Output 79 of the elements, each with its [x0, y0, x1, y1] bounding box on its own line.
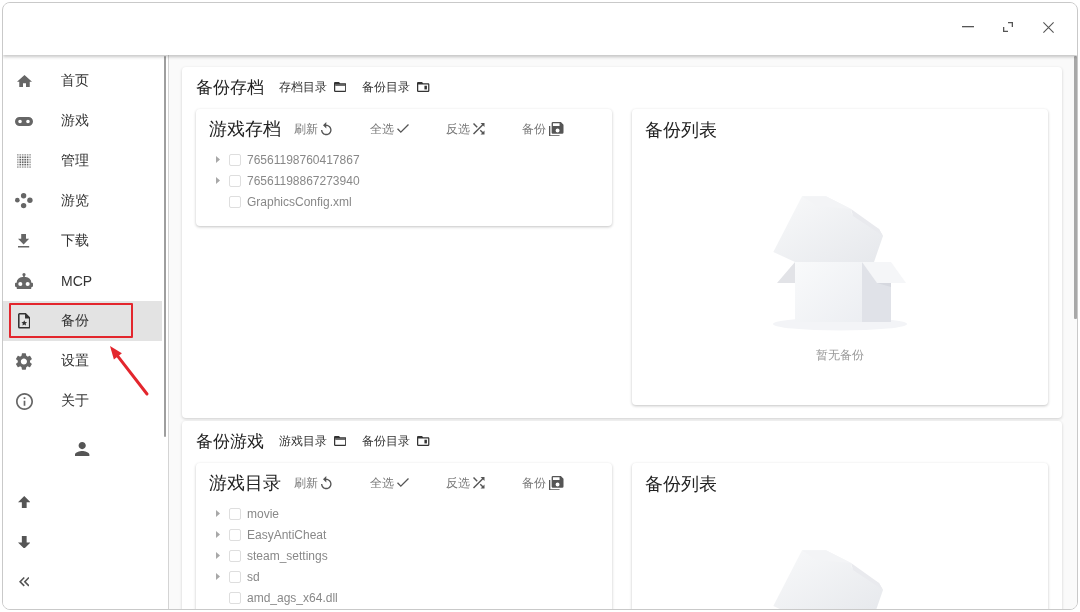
save-icon [549, 475, 564, 491]
refresh-icon [321, 476, 332, 490]
checkbox[interactable] [229, 528, 241, 541]
tree-item[interactable]: GraphicsConfig.xml [216, 191, 599, 212]
tree-item[interactable]: sd [216, 566, 599, 587]
scrollbar-thumb[interactable] [164, 56, 166, 437]
folder-button[interactable]: 存档目录 [279, 78, 347, 96]
download-icon [18, 234, 30, 248]
backup-button[interactable]: 备份 [514, 117, 590, 141]
folder-button[interactable]: 备份目录 [362, 78, 430, 96]
tree-item[interactable]: movie [216, 503, 599, 524]
shuffle-icon [473, 123, 485, 135]
dots-icon [15, 193, 33, 209]
empty-state-text: 暂无备份 [816, 347, 864, 363]
section-title: 备份存档 [196, 76, 264, 99]
checkbox[interactable] [229, 591, 241, 604]
select-all-button[interactable]: 全选 [362, 117, 438, 141]
folder-icon [334, 436, 347, 446]
check-icon [397, 478, 409, 488]
panel-title: 游戏存档 [209, 118, 281, 141]
panel-title: 备份列表 [645, 473, 717, 496]
tree-item[interactable]: 76561198867273940 [216, 170, 599, 191]
shuffle-icon [473, 477, 485, 489]
nav-item[interactable]: 下载 [3, 221, 162, 261]
folder-button[interactable]: 备份目录 [362, 432, 430, 450]
nav-item[interactable]: 管理 [3, 141, 162, 181]
checkbox[interactable] [229, 507, 241, 520]
nav-item[interactable]: 关于 [3, 381, 162, 421]
panel-title: 游戏目录 [209, 472, 281, 495]
checkbox[interactable] [229, 174, 241, 187]
home-icon [16, 74, 32, 88]
backup-button[interactable]: 备份 [514, 471, 590, 495]
select-all-button[interactable]: 全选 [362, 471, 438, 495]
refresh-button[interactable]: 刷新 [286, 117, 362, 141]
caret-icon[interactable] [216, 156, 220, 163]
checkbox[interactable] [229, 195, 241, 208]
refresh-button[interactable]: 刷新 [286, 471, 362, 495]
nav-item[interactable]: 游戏 [3, 101, 162, 141]
folder-button[interactable]: 游戏目录 [279, 432, 347, 450]
caret-icon[interactable] [216, 573, 220, 580]
caret-icon[interactable] [216, 552, 220, 559]
maximize-icon[interactable] [1003, 22, 1013, 32]
checkbox[interactable] [229, 549, 241, 562]
panel-title: 备份列表 [645, 119, 717, 142]
grid-icon [17, 154, 31, 168]
arrow-up-icon[interactable] [17, 495, 31, 509]
tree-item[interactable]: 76561198760417867 [216, 149, 599, 170]
caret-icon[interactable] [216, 177, 220, 184]
invert-selection-button[interactable]: 反选 [438, 471, 514, 495]
folder-icon [334, 82, 347, 92]
nav-item[interactable]: 设置 [3, 341, 162, 381]
tree-item[interactable]: steam_settings [216, 545, 599, 566]
save-icon [549, 121, 564, 137]
check-icon [397, 124, 409, 134]
settings-icon [16, 352, 32, 370]
person-icon[interactable] [75, 442, 90, 457]
caret-icon[interactable] [216, 531, 220, 538]
tree-item[interactable]: amd_ags_x64.dll [216, 587, 599, 608]
tree-item[interactable]: EasyAntiCheat [216, 524, 599, 545]
folder-icon [417, 436, 430, 446]
arrow-down-icon[interactable] [17, 535, 31, 549]
invert-selection-button[interactable]: 反选 [438, 117, 514, 141]
checkbox[interactable] [229, 570, 241, 583]
info-icon [15, 392, 33, 410]
chevron-double-left-icon[interactable] [18, 577, 30, 587]
nav-item[interactable]: MCP [3, 261, 162, 301]
nav-item[interactable]: 游览 [3, 181, 162, 221]
nav-item[interactable]: 首页 [3, 61, 162, 101]
checkbox[interactable] [229, 153, 241, 166]
refresh-icon [321, 122, 332, 136]
minimize-icon[interactable] [962, 26, 974, 28]
scrollbar-thumb[interactable] [1074, 56, 1077, 319]
gamepad-icon [15, 116, 33, 126]
folder-icon [417, 82, 430, 92]
section-title: 备份游戏 [196, 430, 264, 453]
robot-icon [15, 272, 33, 290]
caret-icon[interactable] [216, 510, 220, 517]
close-icon[interactable] [1042, 21, 1054, 33]
file-star-icon [17, 313, 31, 329]
